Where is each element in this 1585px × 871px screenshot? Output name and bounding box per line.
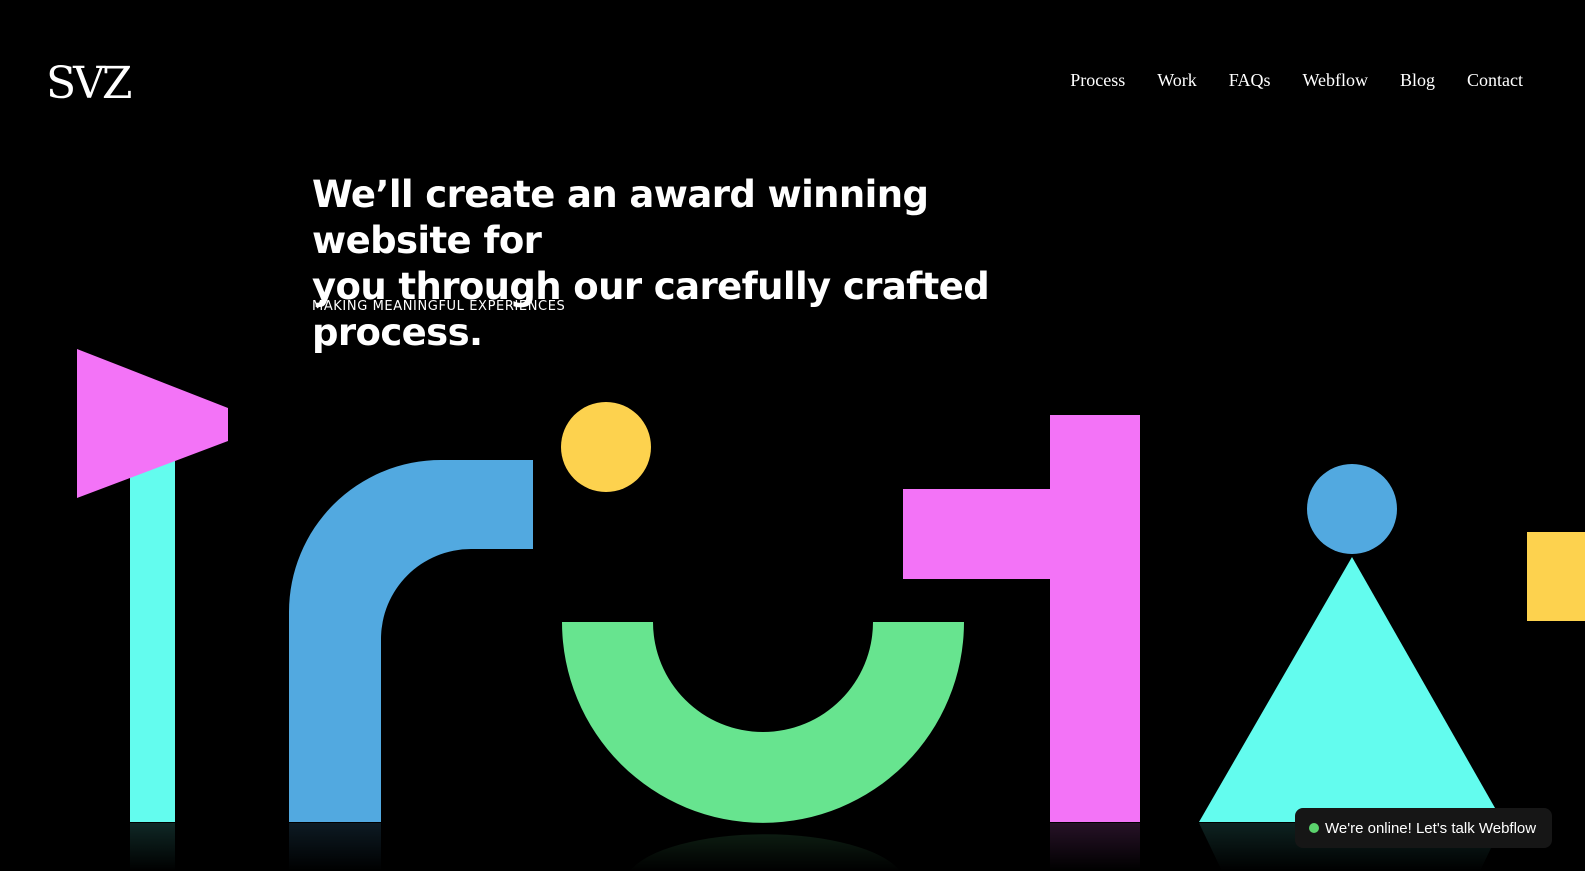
r-arch-shape [289, 460, 533, 822]
h-head-shape [1307, 464, 1397, 554]
live-chat-button[interactable]: We're online! Let's talk Webflow [1295, 808, 1553, 848]
t-cross-shape [903, 415, 1140, 822]
edge-square-shape [1527, 532, 1585, 621]
u-bowl-shape [562, 622, 964, 823]
t-stem-shape [130, 460, 175, 822]
u-dot-shape [561, 402, 651, 492]
chat-label: We're online! Let's talk Webflow [1325, 819, 1537, 837]
h-triangle-shape [1199, 557, 1503, 822]
truth-shapes-illustration [0, 349, 1585, 871]
online-status-dot-icon [1309, 823, 1319, 833]
